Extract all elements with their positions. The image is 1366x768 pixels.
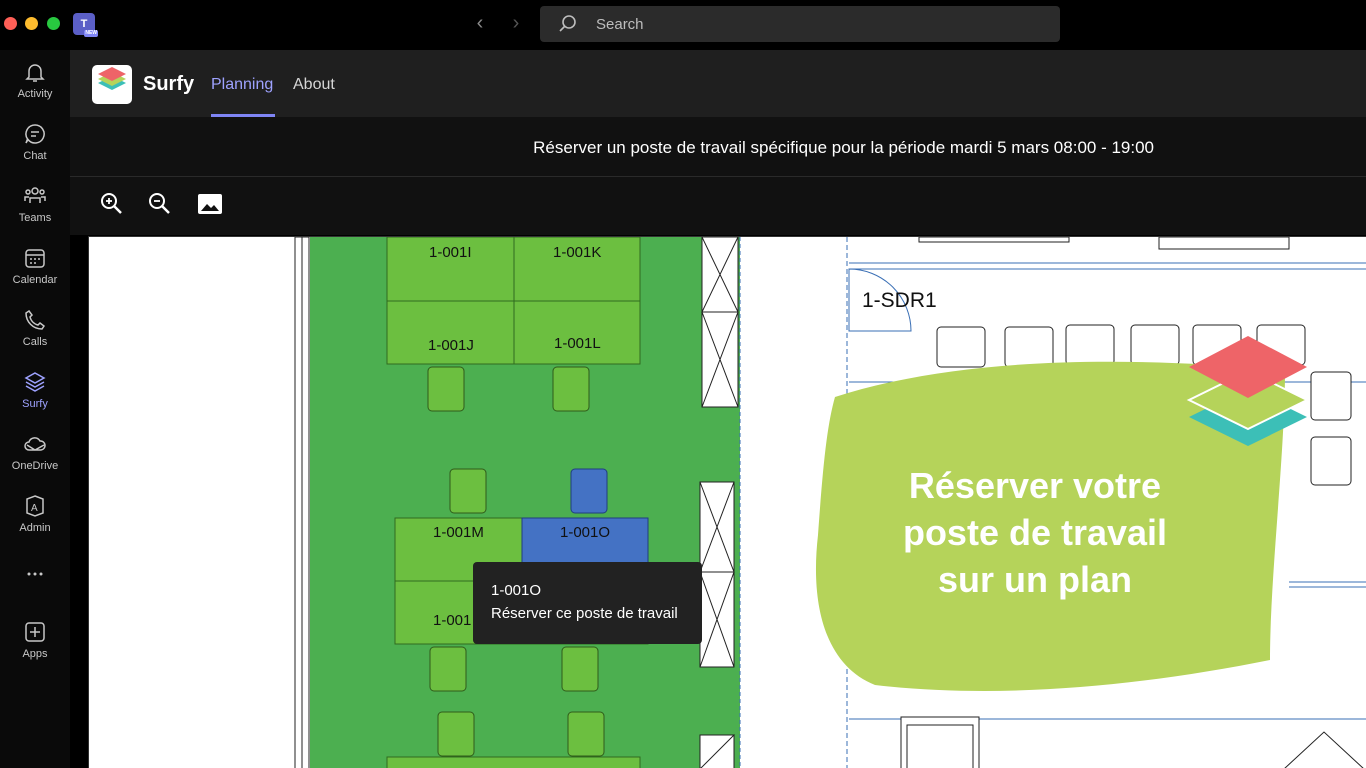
surfy-logo-icon	[92, 65, 132, 104]
desk-label[interactable]: 1-001M	[433, 524, 484, 541]
teams-logo-icon: T NEW	[73, 13, 98, 37]
rail-item-more[interactable]	[0, 562, 70, 618]
minimize-window-button[interactable]	[25, 17, 38, 30]
period-bar: Réserver un poste de travail spécifique …	[70, 117, 1366, 177]
calendar-icon	[25, 249, 45, 268]
cloud-icon	[24, 437, 46, 451]
phone-icon	[25, 309, 46, 330]
promo-line: poste de travail	[902, 512, 1168, 553]
svg-text:A: A	[31, 503, 38, 514]
desk-label[interactable]: 1-001I	[429, 244, 472, 261]
promo-headline: Réserver votre poste de travail sur un p…	[880, 462, 1190, 603]
search-input[interactable]	[596, 6, 1036, 42]
desk-label[interactable]: 1-001K	[553, 244, 601, 261]
zoom-out-icon	[149, 193, 170, 214]
rail-item-label: Activity	[17, 88, 53, 100]
rail-item-activity[interactable]: Activity	[0, 60, 70, 116]
rail-item-onedrive[interactable]: OneDrive	[0, 432, 70, 488]
add-app-icon	[25, 622, 45, 642]
rail-item-label: OneDrive	[11, 460, 59, 472]
promo-line: sur un plan	[937, 559, 1132, 600]
reserve-desk-link[interactable]: Réserver ce poste de travail	[491, 605, 684, 622]
tab-about[interactable]: About	[293, 76, 335, 94]
app-name: Surfy	[143, 73, 195, 95]
zoom-out-button[interactable]	[145, 189, 175, 219]
teams-icon	[24, 187, 46, 203]
search-icon	[559, 15, 576, 32]
chat-icon	[25, 124, 45, 144]
image-icon	[198, 194, 222, 214]
rail-item-label: Teams	[18, 212, 52, 224]
new-badge: NEW	[84, 30, 98, 37]
rail-item-label: Apps	[22, 648, 48, 660]
admin-icon: A	[26, 495, 44, 517]
rail-item-admin[interactable]: A Admin	[0, 494, 70, 550]
desk-label-selected[interactable]: 1-001O	[560, 524, 610, 541]
image-button[interactable]	[195, 189, 225, 219]
bell-icon	[25, 64, 45, 82]
promo-line: Réserver votre	[908, 465, 1162, 506]
rail-item-label: Chat	[23, 150, 47, 162]
zoom-in-button[interactable]	[97, 189, 127, 219]
app-header: Surfy Planning About	[70, 50, 1366, 117]
rail-item-label: Surfy	[22, 398, 48, 410]
search-bar[interactable]	[540, 6, 1060, 42]
rail-item-chat[interactable]: Chat	[0, 122, 70, 178]
desk-label[interactable]: 1-001J	[428, 337, 474, 354]
desk-label[interactable]: 1-001L	[554, 335, 601, 352]
close-window-button[interactable]	[4, 17, 17, 30]
room-label: 1-SDR1	[862, 289, 937, 312]
layers-icon	[24, 372, 46, 392]
tab-planning[interactable]: Planning	[211, 76, 273, 94]
rail-item-apps[interactable]: Apps	[0, 620, 70, 676]
rail-item-label: Calendar	[12, 274, 58, 286]
rail-item-label: Calls	[22, 336, 48, 348]
period-text: Réserver un poste de travail spécifique …	[533, 138, 1154, 157]
back-arrow-icon[interactable]: ‹	[468, 12, 492, 36]
plan-toolbar	[70, 177, 1366, 235]
rail-item-calendar[interactable]: Calendar	[0, 246, 70, 302]
maximize-window-button[interactable]	[47, 17, 60, 30]
rail-item-teams[interactable]: Teams	[0, 184, 70, 240]
tooltip-desk-id: 1-001O	[491, 582, 542, 599]
teams-logo-letter: T	[80, 18, 88, 30]
rail-item-calls[interactable]: Calls	[0, 308, 70, 364]
rail-item-surfy[interactable]: Surfy	[0, 370, 70, 426]
rail-item-label: Admin	[19, 522, 51, 534]
desk-tooltip: 1-001O Réserver ce poste de travail	[473, 562, 702, 644]
more-icon	[27, 572, 43, 576]
zoom-in-icon	[101, 193, 122, 214]
desk-label[interactable]: 1-001	[433, 612, 471, 629]
window-titlebar: T NEW ‹ ›	[0, 0, 1366, 50]
app-rail: Activity Chat Teams Calendar Calls Surfy…	[0, 50, 70, 768]
forward-arrow-icon[interactable]: ›	[504, 12, 528, 36]
